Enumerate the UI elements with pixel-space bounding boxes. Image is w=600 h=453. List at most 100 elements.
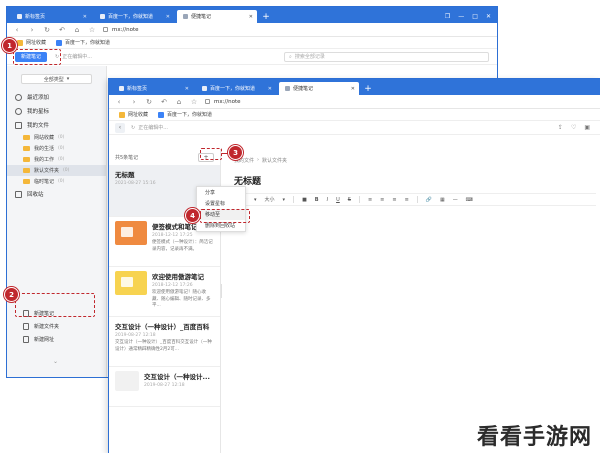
- sidebar-item-recent[interactable]: 最近添加: [7, 90, 106, 104]
- url-field[interactable]: mx://note: [205, 97, 594, 107]
- fav-item-baidu[interactable]: 百度一下，你就知道: [158, 111, 212, 118]
- step-1-highlight: [13, 49, 61, 65]
- chevron-down-icon[interactable]: ⌄: [53, 358, 58, 365]
- tab-note[interactable]: 便捷笔记 ✕: [279, 82, 359, 95]
- folder-item[interactable]: 默认文件夹 (0): [7, 165, 106, 176]
- note-thumbnail: [115, 221, 147, 245]
- restore-icon[interactable]: ❐: [445, 13, 450, 20]
- search-input[interactable]: ⌕ 搜索全部记录: [284, 51, 489, 62]
- table-icon[interactable]: ▦: [440, 197, 445, 203]
- fav-item-collections[interactable]: 网址收藏: [17, 39, 46, 46]
- star-icon[interactable]: ♡: [571, 124, 576, 131]
- set-star-menu-item[interactable]: 设置星标: [197, 198, 245, 209]
- folder-count: (0): [58, 146, 65, 151]
- underline-button[interactable]: U: [336, 197, 340, 203]
- url-field[interactable]: mx://note: [103, 25, 491, 35]
- thumbnail-art: [121, 227, 133, 237]
- note-title-input[interactable]: 无标题: [222, 174, 600, 187]
- folder-item[interactable]: 临时笔记 (0): [7, 176, 106, 187]
- hr-icon[interactable]: —: [453, 197, 458, 203]
- reload-icon[interactable]: ↻: [145, 98, 153, 106]
- code-icon[interactable]: ⌨: [466, 197, 473, 203]
- list-item[interactable]: 欢迎使用傲游笔记 2018-12-12 17:26 欢迎使用傲游笔记！随心收藏、…: [109, 267, 220, 317]
- chevron-down-icon: ▾: [282, 196, 286, 203]
- menu-label: 新建网址: [34, 337, 55, 343]
- delete-icon[interactable]: ▣: [584, 124, 590, 131]
- undo-icon[interactable]: ↶: [58, 26, 66, 34]
- type-filter-select[interactable]: 全部类型 ▾: [21, 74, 92, 84]
- share-menu-item[interactable]: 分享: [197, 187, 245, 198]
- tab-baidu[interactable]: 百度一下，你就知道 ✕: [94, 10, 174, 23]
- link-icon[interactable]: 🔗: [426, 197, 432, 203]
- folder-item[interactable]: 我的生活 (0): [7, 143, 106, 154]
- list-item[interactable]: 交互设计（一种设计... 2019-08-27 12:18: [109, 367, 220, 407]
- back-arrow-icon[interactable]: ‹: [13, 26, 21, 34]
- folder-label: 临时笔记: [34, 179, 55, 185]
- chevron-down-icon: ▾: [254, 196, 257, 203]
- fav-label: 百度一下，你就知道: [65, 40, 111, 46]
- step-4-highlight: [200, 209, 250, 223]
- search-placeholder: 搜索全部记录: [294, 54, 325, 60]
- sidebar-item-starred[interactable]: 我的星标: [7, 104, 106, 118]
- new-folder-menu-item[interactable]: 新建文件夹: [15, 320, 103, 333]
- close-window-icon[interactable]: ✕: [486, 13, 491, 20]
- italic-button[interactable]: I: [327, 197, 328, 203]
- folder-item[interactable]: 网站收藏 (0): [7, 132, 106, 143]
- bold-button[interactable]: B: [315, 197, 319, 203]
- note-icon: [285, 86, 290, 91]
- reload-icon[interactable]: ↻: [43, 26, 51, 34]
- breadcrumb-item[interactable]: 默认文件夹: [262, 157, 287, 164]
- browser-window-front: 新标签页 ✕ 百度一下，你就知道 ✕ 便捷笔记 ✕ + ‹ › ↻ ↶ ⌂ ☆ mx:…: [108, 78, 600, 453]
- home-icon[interactable]: ⌂: [175, 98, 183, 106]
- forward-arrow-icon[interactable]: ›: [28, 26, 36, 34]
- tab-new[interactable]: 新标签页 ✕: [11, 10, 91, 23]
- folder-icon: [23, 179, 30, 184]
- note-row: 交互设计（一种设计... 2019-08-27 12:18: [115, 371, 214, 391]
- new-tab-plus-icon[interactable]: +: [260, 10, 272, 23]
- align-center-icon[interactable]: ≡: [405, 197, 409, 203]
- font-size-select[interactable]: 大小: [265, 196, 275, 203]
- home-icon[interactable]: ⌂: [73, 26, 81, 34]
- close-icon[interactable]: ✕: [351, 86, 355, 92]
- fav-item-baidu[interactable]: 百度一下，你就知道: [56, 39, 110, 46]
- baidu-icon: [56, 39, 63, 46]
- new-tab-plus-icon[interactable]: +: [362, 82, 374, 95]
- undo-icon[interactable]: ↶: [160, 98, 168, 106]
- close-icon[interactable]: ✕: [268, 86, 272, 92]
- page-icon: [205, 99, 210, 104]
- color-icon[interactable]: ■: [302, 197, 307, 203]
- back-button[interactable]: ‹: [115, 122, 125, 133]
- folder-item[interactable]: 我的工作 (0): [7, 154, 106, 165]
- tab-note[interactable]: 便捷笔记 ✕: [177, 10, 257, 23]
- ordered-list-icon[interactable]: ≡: [368, 197, 372, 203]
- bullet-list-icon[interactable]: ≡: [380, 197, 384, 203]
- star-icon[interactable]: ☆: [88, 26, 96, 34]
- new-url-menu-item[interactable]: 新建网址: [15, 333, 103, 346]
- maximize-icon[interactable]: □: [472, 13, 478, 20]
- folder-count: (0): [58, 135, 65, 140]
- align-left-icon[interactable]: ≡: [392, 197, 396, 203]
- list-item[interactable]: 交互设计（一种设计）_百度百科 2019-08-27 12:18 交互设计（一种…: [109, 317, 220, 367]
- step-2-badge: 2: [4, 287, 19, 302]
- note-title: 交互设计（一种设计）_百度百科: [115, 323, 210, 331]
- chevron-down-icon: ▾: [66, 76, 70, 82]
- star-icon[interactable]: ☆: [190, 98, 198, 106]
- fav-item-collections[interactable]: 网址收藏: [119, 111, 148, 118]
- sidebar-item-files[interactable]: 我的文件: [7, 118, 106, 132]
- close-icon[interactable]: ✕: [83, 14, 87, 20]
- tab-new[interactable]: 新标签页 ✕: [113, 82, 193, 95]
- minimize-icon[interactable]: —: [458, 13, 464, 20]
- star-icon: [15, 107, 22, 115]
- back-arrow-icon[interactable]: ‹: [115, 98, 123, 106]
- close-icon[interactable]: ✕: [249, 14, 253, 20]
- tab-baidu[interactable]: 百度一下，你就知道 ✕: [196, 82, 276, 95]
- sidebar-item-recycle[interactable]: 回收站: [7, 187, 106, 201]
- tab-label: 新标签页: [127, 86, 148, 92]
- note-date: 2018-12-12 17:25: [152, 233, 193, 238]
- strike-button[interactable]: S: [348, 197, 351, 203]
- forward-arrow-icon[interactable]: ›: [130, 98, 138, 106]
- folder-icon: [119, 111, 125, 118]
- close-icon[interactable]: ✕: [166, 14, 170, 20]
- share-icon[interactable]: ⇪: [558, 124, 563, 131]
- close-icon[interactable]: ✕: [185, 86, 189, 92]
